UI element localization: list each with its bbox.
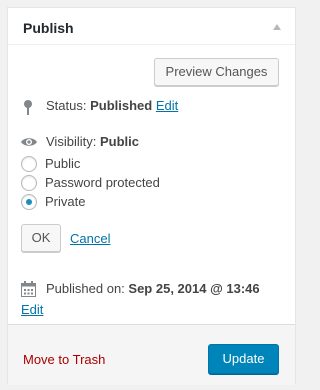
- move-to-trash-link[interactable]: Move to Trash: [23, 352, 105, 367]
- radio-private[interactable]: [21, 194, 37, 210]
- preview-changes-button[interactable]: Preview Changes: [154, 58, 279, 86]
- calendar-icon: [21, 281, 36, 297]
- major-actions-footer: Move to Trash Update: [8, 324, 295, 385]
- pin-icon: [24, 100, 32, 115]
- cancel-link[interactable]: Cancel: [70, 231, 110, 246]
- published-label: Published on:: [46, 281, 125, 296]
- radio-label-password[interactable]: Password protected: [45, 175, 160, 190]
- visibility-label: Visibility:: [46, 134, 97, 149]
- status-value: Published: [90, 98, 153, 113]
- radio-password[interactable]: [21, 175, 37, 191]
- panel-header[interactable]: Publish: [8, 8, 295, 45]
- ok-button[interactable]: OK: [21, 224, 61, 252]
- radio-label-private[interactable]: Private: [45, 194, 85, 209]
- visibility-value: Public: [99, 134, 139, 149]
- radio-public[interactable]: [21, 156, 37, 172]
- edit-published-link[interactable]: Edit: [21, 302, 43, 317]
- collapse-arrow-icon[interactable]: [273, 24, 281, 30]
- radio-label-public[interactable]: Public: [45, 156, 80, 171]
- panel-title: Publish: [23, 20, 74, 36]
- status-label: Status:: [46, 98, 87, 113]
- update-button[interactable]: Update: [208, 344, 279, 374]
- publish-panel: Publish Preview Changes Status: Publishe…: [7, 7, 296, 385]
- published-value: Sep 25, 2014 @ 13:46: [128, 281, 260, 296]
- eye-icon: [21, 138, 37, 146]
- edit-status-link[interactable]: Edit: [156, 98, 178, 113]
